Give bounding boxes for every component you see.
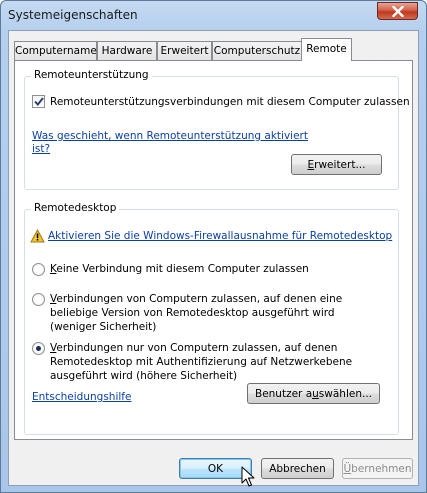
remote-assistance-help-link-line1[interactable]: Was geschieht, wenn Remoteunterstützung … <box>32 129 308 143</box>
rd-option-none-label: eine Verbindung mit diesem Computer zula… <box>56 263 309 275</box>
tab-computerschutz[interactable]: Computerschutz <box>212 41 302 60</box>
advanced-button-label-post: rweitert... <box>314 158 366 171</box>
remote-tab-panel: Remoteunterstützung Remoteunterstützungs… <box>14 60 413 440</box>
allow-remote-assistance-row[interactable]: Remoteunterstützungsverbindungen mit die… <box>32 95 410 109</box>
select-users-label-pre: Benutzer a <box>254 387 313 400</box>
tab-hardware[interactable]: Hardware <box>97 41 157 60</box>
apply-button-accesskey: Ü <box>343 462 352 475</box>
title-bar[interactable]: Systemeigenschaften <box>1 1 426 29</box>
firewall-warning-row: Aktivieren Sie die Windows-Firewallausna… <box>30 229 392 243</box>
system-properties-window: Systemeigenschaften Computername Hardwar… <box>0 0 427 493</box>
rd-option-any-radio[interactable] <box>32 293 45 306</box>
apply-button[interactable]: Übernehmen <box>342 458 413 479</box>
dialog-client-area: Computername Hardware Erweitert Computer… <box>8 30 419 486</box>
allow-remote-assistance-label: Remoteunterstützungsverbindungen mit die… <box>50 96 410 108</box>
decision-help-link[interactable]: Entscheidungshilfe <box>32 390 131 404</box>
rd-option-nla-row[interactable]: Verbindungen nur von Computern zulassen,… <box>32 341 387 383</box>
close-icon <box>391 5 404 17</box>
remote-assistance-group: Remoteunterstützung Remoteunterstützungs… <box>24 69 410 190</box>
remote-assistance-help-link-line2[interactable]: ist? <box>32 142 50 156</box>
radio-selected-dot <box>36 346 41 351</box>
rd-option-none-radio[interactable] <box>32 263 45 276</box>
rd-option-nla-radio[interactable] <box>32 342 45 355</box>
apply-button-label: bernehmen <box>351 462 412 475</box>
cancel-button[interactable]: Abbrechen <box>261 458 334 479</box>
advanced-button[interactable]: Erweitert... <box>291 154 382 175</box>
tab-erweitert[interactable]: Erweitert <box>157 41 212 60</box>
remote-assistance-group-title: Remoteunterstützung <box>31 69 152 81</box>
rd-option-none-row[interactable]: Keine Verbindung mit diesem Computer zul… <box>32 262 309 276</box>
advanced-button-label-accesskey: E <box>307 158 315 171</box>
checkmark-icon <box>33 97 44 106</box>
select-users-label-post: swählen... <box>318 387 372 400</box>
allow-remote-assistance-checkbox[interactable] <box>32 95 45 108</box>
tab-bar: Computername Hardware Erweitert Computer… <box>14 38 413 61</box>
select-users-label-accesskey: u <box>312 387 319 400</box>
window-title: Systemeigenschaften <box>8 8 138 22</box>
select-users-button[interactable]: Benutzer a u swählen... <box>247 383 380 404</box>
close-button[interactable] <box>377 2 418 20</box>
remote-desktop-group: Remotedesktop Aktivieren Sie die Windows… <box>24 202 399 435</box>
tab-computername[interactable]: Computername <box>14 41 97 60</box>
tab-remote[interactable]: Remote <box>301 38 352 61</box>
rd-option-any-label: erbindungen von Computern zulassen, auf … <box>50 293 343 333</box>
remote-desktop-group-title: Remotedesktop <box>31 202 120 214</box>
mouse-pointer-icon <box>241 466 255 487</box>
cancel-button-label: Abbrechen <box>269 462 326 475</box>
warning-icon <box>30 229 45 243</box>
firewall-exception-link[interactable]: Aktivieren Sie die Windows-Firewallausna… <box>48 229 392 243</box>
ok-button-label: OK <box>207 462 224 475</box>
rd-option-nla-label: erbindungen nur von Computern zulassen, … <box>50 342 353 382</box>
rd-option-any-row[interactable]: Verbindungen von Computern zulassen, auf… <box>32 292 382 334</box>
